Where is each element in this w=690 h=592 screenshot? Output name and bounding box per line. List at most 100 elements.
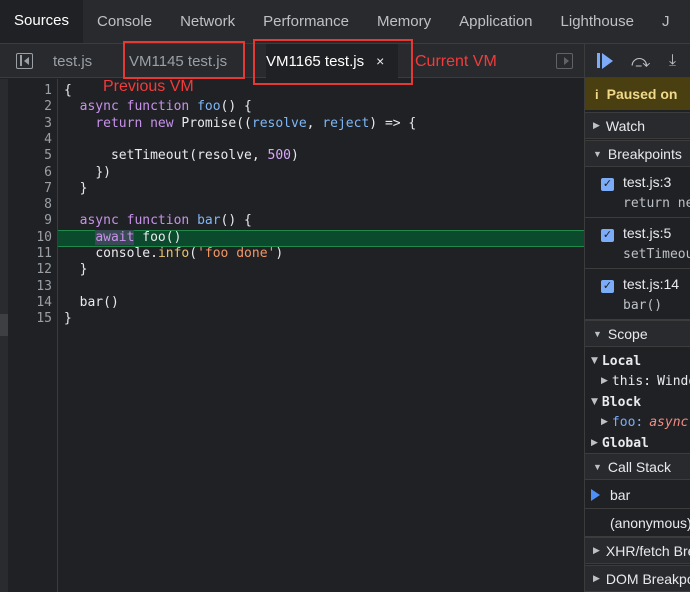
callstack-label: Call Stack [607, 458, 671, 475]
line-number[interactable]: 5 [12, 148, 52, 164]
code-token: foo [197, 99, 221, 115]
code-token: } [79, 180, 88, 196]
tab-memory[interactable]: Memory [363, 0, 445, 43]
toggle-navigator-icon[interactable] [16, 53, 33, 69]
line-number[interactable]: 12 [12, 262, 52, 278]
debugger-toolbar: ⤼ ⤓ [585, 44, 690, 78]
callstack-section-header[interactable]: ▼ Call Stack [585, 453, 690, 480]
code-line: console.info('foo done') [95, 246, 284, 261]
chevron-right-icon: ▶ [593, 545, 600, 555]
code-line: } [64, 311, 72, 327]
chevron-down-icon: ▼ [591, 397, 598, 407]
code-token: Promise [181, 115, 237, 131]
chevron-down-icon: ▼ [593, 148, 602, 159]
code-editor[interactable]: 1 2 3 4 5 6 7 8 9 10 11 12 13 14 15 { as… [0, 79, 584, 592]
line-number[interactable]: 8 [12, 197, 52, 213]
code-token: { [64, 83, 72, 98]
breakpoint-item[interactable]: ✓ test.js:3 return new [585, 168, 690, 218]
paused-label: Paused on [606, 86, 678, 102]
line-number[interactable]: 10 [12, 230, 52, 246]
watch-label: Watch [605, 117, 646, 134]
tab-application[interactable]: Application [445, 0, 546, 43]
chevron-down-icon: ▼ [593, 461, 602, 472]
code-line: setTimeout(resolve, 500) [110, 148, 299, 164]
code-line: }) [64, 165, 111, 181]
line-number[interactable]: 6 [12, 165, 52, 181]
breakpoint-checkbox[interactable]: ✓ [601, 280, 614, 293]
code-token: 500 [267, 148, 292, 164]
line-number[interactable]: 13 [12, 279, 52, 295]
toggle-debugger-icon[interactable] [556, 53, 573, 69]
xhr-label: XHR/fetch Breakpoints [605, 542, 690, 559]
line-number[interactable]: 2 [12, 99, 52, 115]
tab-network[interactable]: Network [166, 0, 249, 43]
file-tab-test-js[interactable]: test.js [53, 44, 92, 78]
paused-banner: i Paused on [585, 78, 690, 110]
code-token: } [64, 311, 72, 327]
scope-local[interactable]: ▼ Local [585, 351, 690, 371]
scope-value: Window [657, 373, 690, 389]
breakpoint-source: bar() [623, 298, 663, 313]
breakpoint-location: test.js:5 [623, 225, 672, 241]
code-line: bar() [64, 295, 119, 311]
scope-section-header[interactable]: ▼ Scope [585, 320, 690, 347]
scope-local-label: Local [601, 353, 642, 369]
breakpoints-section-header[interactable]: ▼ Breakpoints [585, 140, 690, 167]
breakpoint-source: setTimeout [623, 247, 690, 262]
tab-console[interactable]: Console [83, 0, 166, 43]
code-token: await [95, 229, 135, 245]
chevron-down-icon: ▼ [591, 356, 598, 366]
tab-sources[interactable]: Sources [0, 0, 84, 43]
line-number[interactable]: 4 [12, 132, 52, 148]
code-token: 'foo done' [197, 246, 276, 261]
line-number[interactable]: 15 [12, 311, 52, 327]
code-token: () { [220, 99, 252, 115]
line-number[interactable]: 9 [12, 213, 52, 229]
scope-value: async [649, 414, 689, 430]
code-token: resolve [251, 115, 307, 131]
scope-this[interactable]: ▶ this: Window [585, 371, 690, 391]
line-number[interactable]: 1 [12, 83, 52, 99]
breakpoint-checkbox[interactable]: ✓ [601, 229, 614, 242]
breakpoint-item[interactable]: ✓ test.js:5 setTimeout [585, 219, 690, 269]
code-token: setTimeout [110, 148, 190, 164]
dom-breakpoints-section-header[interactable]: ▶ DOM Breakpoints [585, 565, 690, 592]
step-over-icon[interactable]: ⤼ [631, 52, 650, 70]
line-number[interactable]: 7 [12, 181, 52, 197]
chevron-down-icon: ▼ [593, 328, 602, 339]
line-number[interactable]: 3 [12, 116, 52, 132]
tab-lighthouse[interactable]: Lighthouse [547, 0, 648, 43]
callstack-frame[interactable]: bar [585, 481, 690, 509]
line-number[interactable]: 14 [12, 295, 52, 311]
code-line: } [64, 180, 88, 197]
code-line: } [64, 262, 88, 278]
chevron-right-icon: ▶ [591, 438, 598, 448]
dom-label: DOM Breakpoints [605, 570, 690, 587]
line-number[interactable]: 11 [12, 246, 52, 262]
line-number-gutter[interactable]: 1 2 3 4 5 6 7 8 9 10 11 12 13 14 15 [8, 79, 58, 592]
code-line: await foo() [64, 229, 182, 246]
tab-performance[interactable]: Performance [249, 0, 363, 43]
previous-vm-annotation-label: Previous VM [103, 78, 194, 95]
tab-overflow[interactable]: J [648, 0, 684, 43]
code-token: foo() [142, 229, 182, 245]
scope-block[interactable]: ▼ Block [585, 392, 690, 412]
breakpoint-source: return new [623, 196, 690, 211]
resume-icon[interactable] [597, 52, 615, 70]
devtools-tab-bar: Sources Console Network Performance Memo… [0, 0, 690, 44]
code-token: bar() [79, 294, 119, 310]
chevron-right-icon: ▶ [593, 573, 600, 583]
watch-section-header[interactable]: ▶ Watch [585, 112, 690, 139]
breakpoint-item[interactable]: ✓ test.js:14 bar() [585, 270, 690, 320]
current-vm-annotation-label: Current VM [415, 53, 497, 70]
step-into-icon[interactable]: ⤓ [669, 52, 687, 70]
breakpoint-checkbox[interactable]: ✓ [601, 178, 614, 191]
code-token: return new [95, 115, 174, 131]
xhr-breakpoints-section-header[interactable]: ▶ XHR/fetch Breakpoints [585, 537, 690, 564]
scope-global[interactable]: ▶ Global [585, 433, 690, 453]
scope-foo[interactable]: ▶ foo: async [585, 412, 690, 432]
current-vm-annotation-box [253, 39, 413, 85]
code-token: reject [322, 115, 370, 131]
chevron-right-icon: ▶ [593, 120, 600, 130]
callstack-frame[interactable]: (anonymous) [585, 509, 690, 537]
